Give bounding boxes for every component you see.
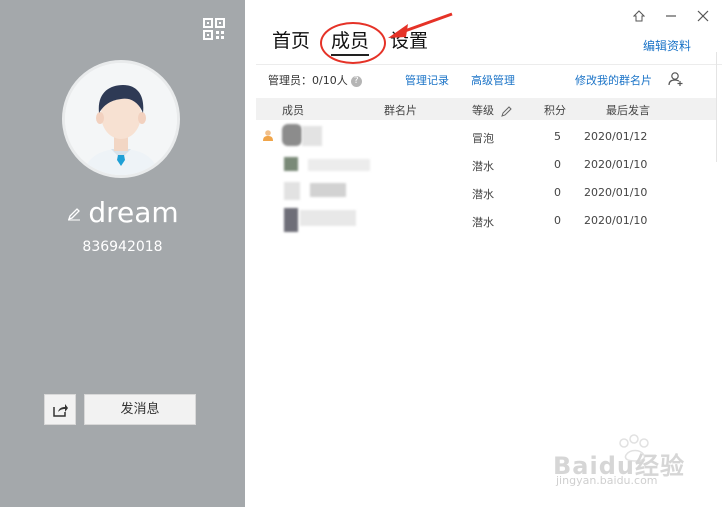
col-level-label: 等级 [472,104,494,117]
table-row[interactable]: 潜水 0 2020/01/10 [256,178,716,206]
edit-group-card-link[interactable]: 修改我的群名片 [575,72,652,88]
col-points[interactable]: 积分 [544,102,566,118]
edit-profile-link[interactable]: 编辑资料 [643,37,691,54]
admin-count-text: 管理员：0/10人 [268,74,348,87]
member-points: 0 [554,158,561,171]
scrollbar-track[interactable] [716,52,722,162]
avatar-image [65,63,177,175]
manage-log-link[interactable]: 管理记录 [405,72,449,88]
members-table-header: 成员 群名片 等级 积分 最后发言 [256,98,716,120]
avatar[interactable] [62,60,180,178]
help-icon[interactable]: ? [350,75,362,87]
tab-home[interactable]: 首页 [272,28,310,56]
tab-members[interactable]: 成员 [331,28,370,56]
member-level: 潜水 [472,188,494,201]
edit-level-icon[interactable] [500,105,512,117]
watermark-url: jingyan.baidu.com [556,474,658,487]
minimize-icon[interactable] [664,8,678,24]
owner-icon [263,130,273,141]
member-avatar [284,208,298,232]
skin-icon[interactable] [632,8,646,24]
member-last-speak: 2020/01/10 [584,214,648,227]
table-row[interactable]: 潜水 0 2020/01/10 [256,150,716,178]
member-last-speak: 2020/01/10 [584,158,648,171]
send-message-button[interactable]: 发消息 [84,394,196,425]
nickname-row: dream [0,195,245,231]
member-name-blurred [300,210,356,226]
tab-settings[interactable]: 设置 [390,28,428,56]
member-last-speak: 2020/01/12 [584,130,648,143]
member-avatar [282,124,302,146]
member-avatar [284,182,300,200]
add-member-icon[interactable] [668,71,684,87]
window-controls [632,8,710,24]
member-level: 潜水 [472,160,494,173]
admin-count: 管理员：0/10人? [268,72,362,88]
member-name-blurred [310,183,346,197]
group-id: 836942018 [82,239,163,255]
qrcode-icon[interactable] [203,18,225,40]
share-icon [53,403,68,417]
advanced-manage-link[interactable]: 高级管理 [471,72,515,88]
close-icon[interactable] [696,8,710,24]
edit-pen-icon[interactable] [66,207,82,221]
table-row[interactable]: 冒泡 5 2020/01/12 [256,122,716,150]
table-row[interactable]: 潜水 0 2020/01/10 [256,206,716,234]
member-name-blurred [308,159,370,171]
tab-bar: 首页 成员 设置 [272,28,428,56]
member-last-speak: 2020/01/10 [584,186,648,199]
col-last-speak[interactable]: 最后发言 [606,102,650,118]
profile-panel: dream 836942018 发消息 [0,0,245,507]
member-points: 0 [554,214,561,227]
col-member[interactable]: 成员 [282,102,304,118]
nickname: dream [88,196,179,229]
member-points: 0 [554,186,561,199]
member-level: 冒泡 [472,132,494,145]
member-name-blurred [302,126,322,146]
member-level: 潜水 [472,216,494,229]
group-profile-window: dream 836942018 发消息 首页 成员 设置 编辑资料 管理员：0/… [0,0,722,507]
member-points: 5 [554,130,561,143]
member-avatar [284,157,298,171]
col-group-card[interactable]: 群名片 [384,102,417,118]
col-level[interactable]: 等级 [472,102,512,118]
share-button[interactable] [44,394,76,425]
